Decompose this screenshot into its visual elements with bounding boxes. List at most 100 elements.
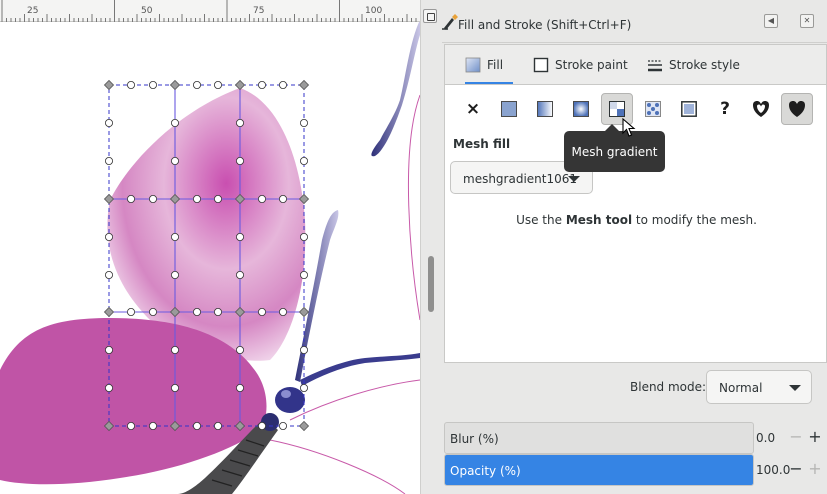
- mesh-corner-node[interactable]: [298, 420, 310, 432]
- mesh-handle-node[interactable]: [127, 421, 136, 430]
- mesh-corner-node[interactable]: [103, 79, 115, 91]
- opacity-value[interactable]: 100.0: [756, 463, 790, 477]
- mesh-handle-node[interactable]: [127, 194, 136, 203]
- blur-increment-button[interactable]: +: [807, 428, 823, 446]
- tab-stroke-style[interactable]: Stroke style: [647, 45, 740, 85]
- mesh-handle-node[interactable]: [127, 307, 136, 316]
- mesh-handle-node[interactable]: [213, 421, 222, 430]
- mesh-handle-node[interactable]: [299, 119, 308, 128]
- mesh-handle-node[interactable]: [192, 81, 201, 90]
- mesh-handle-node[interactable]: [105, 270, 114, 279]
- ruler-ticks: [1, 0, 417, 22]
- blur-value[interactable]: 0.0: [756, 431, 775, 445]
- mesh-handle-node[interactable]: [105, 383, 114, 392]
- mesh-corner-node[interactable]: [234, 79, 246, 91]
- mesh-handle-node[interactable]: [213, 194, 222, 203]
- mesh-handle-node[interactable]: [299, 345, 308, 354]
- mesh-handle-node[interactable]: [278, 81, 287, 90]
- mesh-handle-node[interactable]: [257, 81, 266, 90]
- mesh-corner-node[interactable]: [298, 79, 310, 91]
- unset-paint-button[interactable]: ?: [709, 93, 741, 125]
- chevron-down-icon: [568, 176, 580, 182]
- dock-collapse-button[interactable]: ◀: [764, 14, 778, 28]
- mesh-handle-node[interactable]: [257, 421, 266, 430]
- mesh-handle-node[interactable]: [105, 156, 114, 165]
- fill-stroke-icon: [442, 14, 458, 30]
- swatch-button[interactable]: [673, 93, 705, 125]
- mesh-handle-node[interactable]: [235, 232, 244, 241]
- mesh-handle-node[interactable]: [192, 307, 201, 316]
- toggle-lock-icon[interactable]: [423, 9, 437, 23]
- mesh-corner-node[interactable]: [169, 79, 181, 91]
- canvas-vertical-scrollbar[interactable]: [420, 0, 442, 494]
- mesh-handle-node[interactable]: [148, 81, 157, 90]
- fill-stroke-dialog: Fill and Stroke (Shift+Ctrl+F) ◀ ✕ Fill …: [442, 0, 827, 494]
- mesh-tool-name: Mesh tool: [565, 213, 633, 227]
- mesh-handle-node[interactable]: [299, 270, 308, 279]
- mesh-handle-node[interactable]: [170, 270, 179, 279]
- mesh-handle-node[interactable]: [192, 194, 201, 203]
- pattern-button[interactable]: [637, 93, 669, 125]
- mesh-handle-node[interactable]: [213, 307, 222, 316]
- mesh-handle-node[interactable]: [105, 232, 114, 241]
- opacity-increment-button[interactable]: +: [807, 460, 823, 478]
- mesh-hint-text: Use the Mesh tool to modify the mesh.: [445, 213, 827, 227]
- mesh-handle-node[interactable]: [278, 307, 287, 316]
- swatch-icon: [681, 101, 697, 117]
- flat-color-button[interactable]: [493, 93, 525, 125]
- no-paint-button[interactable]: ×: [457, 93, 489, 125]
- ruler-label: 50: [141, 6, 153, 16]
- blur-decrement-button[interactable]: −: [788, 428, 804, 446]
- tab-label: Stroke style: [669, 58, 740, 72]
- mesh-handle-node[interactable]: [257, 307, 266, 316]
- mesh-handle-node[interactable]: [213, 81, 222, 90]
- antenna-upper: [371, 20, 420, 157]
- mesh-handle-node[interactable]: [170, 119, 179, 128]
- mesh-handle-node[interactable]: [148, 421, 157, 430]
- mesh-handle-node[interactable]: [148, 307, 157, 316]
- drawing-canvas[interactable]: [0, 0, 420, 494]
- close-button[interactable]: ✕: [800, 14, 814, 28]
- mesh-handle-node[interactable]: [299, 232, 308, 241]
- tab-label: Fill: [487, 58, 504, 72]
- mesh-handle-node[interactable]: [105, 119, 114, 128]
- stroke-style-icon: [648, 60, 662, 72]
- tab-stroke-paint[interactable]: Stroke paint: [533, 45, 628, 85]
- mesh-handle-node[interactable]: [235, 345, 244, 354]
- blur-slider[interactable]: Blur (%): [444, 422, 754, 454]
- linear-gradient-button[interactable]: [529, 93, 561, 125]
- antenna-right: [300, 353, 420, 386]
- fill-rule-nonzero-button[interactable]: [781, 93, 813, 125]
- blur-label: Blur (%): [450, 432, 499, 446]
- tab-bar: Fill Stroke paint Stroke style: [444, 44, 827, 85]
- mesh-handle-node[interactable]: [299, 156, 308, 165]
- tab-fill[interactable]: Fill: [465, 45, 513, 85]
- mesh-corner-node[interactable]: [103, 306, 115, 318]
- mesh-handle-node[interactable]: [235, 383, 244, 392]
- mesh-handle-node[interactable]: [235, 156, 244, 165]
- opacity-decrement-button[interactable]: −: [788, 460, 804, 478]
- mesh-handle-node[interactable]: [170, 232, 179, 241]
- mesh-handle-node[interactable]: [170, 383, 179, 392]
- mesh-handle-node[interactable]: [105, 345, 114, 354]
- opacity-slider[interactable]: Opacity (%): [444, 454, 754, 486]
- mesh-handle-node[interactable]: [278, 194, 287, 203]
- mesh-handle-node[interactable]: [148, 194, 157, 203]
- canvas[interactable]: 25 50 75 100: [0, 0, 420, 494]
- mesh-handle-node[interactable]: [299, 383, 308, 392]
- mesh-handle-node[interactable]: [235, 119, 244, 128]
- radial-gradient-button[interactable]: [565, 93, 597, 125]
- mesh-handle-node[interactable]: [278, 421, 287, 430]
- fill-rule-evenodd-button[interactable]: [745, 93, 777, 125]
- blend-mode-dropdown[interactable]: Normal: [706, 370, 812, 404]
- unset-paint-icon: ?: [720, 99, 730, 119]
- scrollbar-thumb[interactable]: [428, 256, 434, 312]
- fill-paint-icon: [465, 57, 481, 73]
- mesh-handle-node[interactable]: [127, 81, 136, 90]
- mesh-handle-node[interactable]: [235, 270, 244, 279]
- mesh-handle-node[interactable]: [170, 156, 179, 165]
- mesh-handle-node[interactable]: [192, 421, 201, 430]
- mesh-corner-node[interactable]: [298, 306, 310, 318]
- mesh-handle-node[interactable]: [170, 345, 179, 354]
- mesh-handle-node[interactable]: [257, 194, 266, 203]
